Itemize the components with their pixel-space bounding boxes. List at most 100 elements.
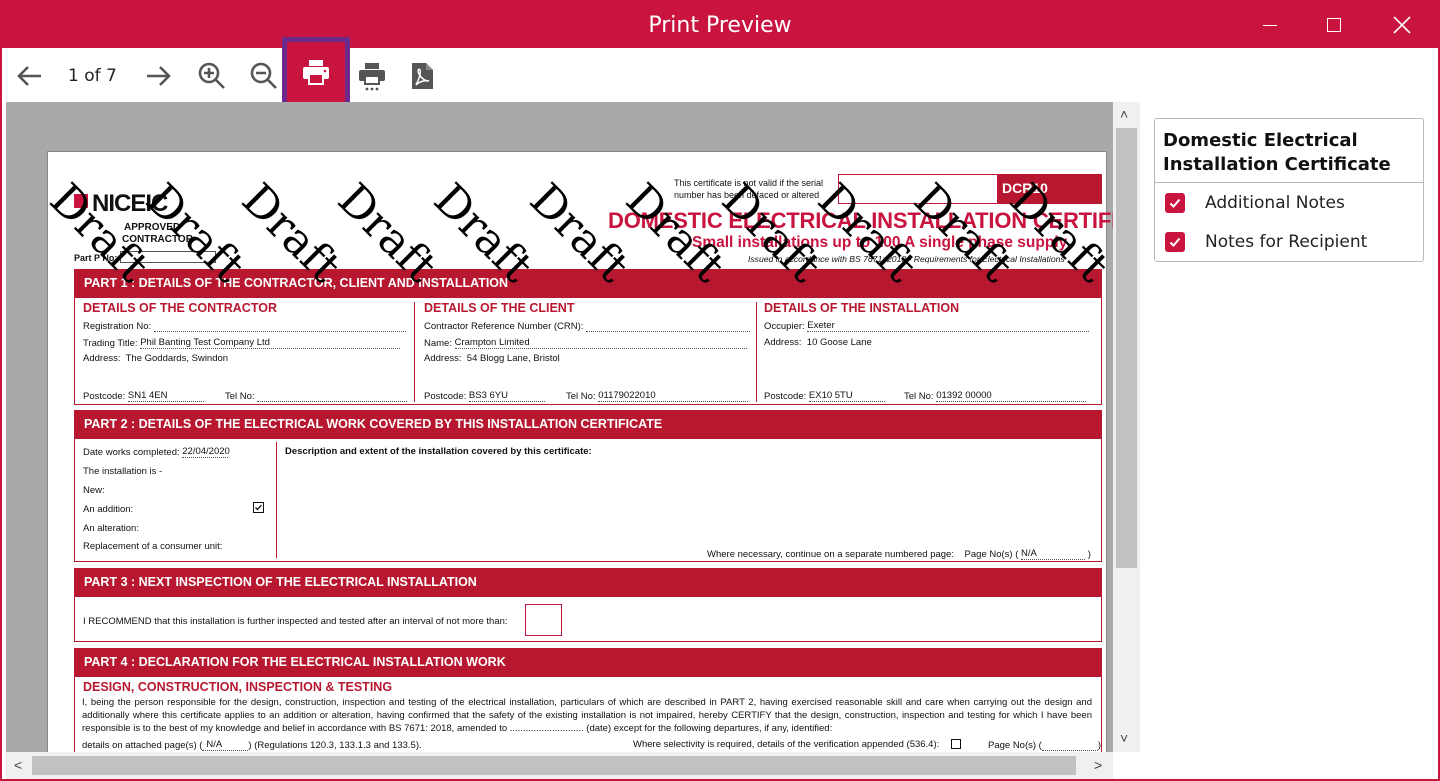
- additional-notes-checkbox[interactable]: [1165, 192, 1185, 213]
- toolbar: 1 of 7: [2, 37, 1438, 107]
- horizontal-scroll-thumb[interactable]: [32, 756, 1076, 775]
- printer-icon: [303, 60, 329, 85]
- maximize-icon: [1327, 18, 1341, 32]
- zoom-out-button[interactable]: [242, 54, 286, 98]
- selectivity-field: Where selectivity is required, details o…: [633, 739, 939, 750]
- minimize-button[interactable]: [1236, 2, 1304, 48]
- vertical-scroll-thumb[interactable]: [1116, 128, 1137, 568]
- installation-is-label: The installation is -: [83, 466, 163, 477]
- recommend-text: I RECOMMEND that this installation is fu…: [83, 616, 508, 627]
- trading-label: Trading Title:: [83, 338, 138, 349]
- description-label: Description and extent of the installati…: [285, 446, 592, 457]
- close-button[interactable]: [1368, 2, 1436, 48]
- minimize-icon: [1263, 24, 1277, 26]
- next-page-button[interactable]: [136, 54, 180, 98]
- new-label: New:: [83, 485, 105, 496]
- trading-field: Trading Title: Phil Banting Test Company…: [83, 337, 401, 349]
- zoom-in-button[interactable]: [190, 54, 234, 98]
- certificate-page: NICEIC APPROVED CONTRACTOR Part P No: Th…: [40, 151, 1113, 752]
- addition-label: An addition:: [83, 504, 134, 515]
- addition-checkbox: [253, 502, 264, 513]
- client-address-label: Address:: [424, 353, 462, 364]
- export-pdf-button[interactable]: [400, 54, 444, 98]
- client-postcode-value: BS3 6YU: [468, 390, 545, 402]
- date-completed-label: Date works completed:: [83, 447, 180, 458]
- client-tel-field: Tel No: 01179022010: [566, 390, 749, 402]
- continue-note: Where necessary, continue on a separate …: [707, 548, 1091, 560]
- trading-value: Phil Banting Test Company Ltd: [140, 337, 401, 349]
- horizontal-scrollbar[interactable]: ˂ ˃: [6, 752, 1113, 779]
- scroll-right-icon[interactable]: ˃: [1094, 757, 1102, 773]
- print-preview-window: Print Preview 1 of 7 NICEIC APPROVED CON…: [0, 0, 1440, 781]
- client-postcode-field: Postcode: BS3 6YU: [424, 390, 545, 402]
- install-tel-field: Tel No: 01392 00000: [904, 390, 1087, 402]
- scroll-up-icon[interactable]: ˄: [1120, 106, 1128, 122]
- continue-note-text: Where necessary, continue on a separate …: [707, 549, 954, 560]
- alteration-label: An alteration:: [83, 523, 139, 534]
- attached-post: ) (Regulations 120.3, 133.1.3 and 133.5)…: [248, 740, 422, 751]
- page-nos-label: Page No(s) (: [964, 549, 1019, 560]
- install-tel-value: 01392 00000: [936, 390, 1087, 402]
- attached-value: N/A: [202, 739, 249, 751]
- quick-print-button-face: [287, 42, 345, 102]
- occupier-field: Occupier: Exeter: [764, 320, 1090, 332]
- install-postcode-value: EX10 5TU: [808, 390, 885, 402]
- zoom-out-icon: [250, 62, 277, 89]
- part4-page-nos-close: ): [1097, 740, 1102, 751]
- additional-notes-label: Additional Notes: [1205, 192, 1345, 213]
- contractor-heading: DETAILS OF THE CONTRACTOR: [83, 301, 277, 315]
- crn-field: Contractor Reference Number (CRN):: [424, 320, 751, 332]
- contractor-address-field: Address: The Goddards, Swindon: [83, 353, 228, 364]
- arrow-right-icon: [147, 66, 171, 86]
- contractor-address-value: The Goddards, Swindon: [125, 353, 229, 364]
- client-tel-value: 01179022010: [598, 390, 749, 402]
- replacement-label: Replacement of a consumer unit:: [83, 541, 223, 552]
- occupier-value: Exeter: [807, 320, 1090, 332]
- page-nos-value: N/A: [1021, 548, 1086, 560]
- previous-page-button[interactable]: [8, 54, 52, 98]
- maximize-button[interactable]: [1300, 2, 1368, 48]
- install-postcode-field: Postcode: EX10 5TU: [764, 390, 885, 402]
- contractor-tel-field: Tel No:: [225, 390, 408, 402]
- printer-options-icon: [359, 63, 385, 91]
- design-heading: DESIGN, CONSTRUCTION, INSPECTION & TESTI…: [83, 680, 393, 694]
- option-notes-for-recipient[interactable]: Notes for Recipient: [1155, 222, 1423, 261]
- pdf-icon: [412, 63, 433, 89]
- date-completed-field: Date works completed: 22/04/2020: [83, 446, 230, 458]
- install-tel-label: Tel No:: [904, 391, 934, 402]
- scroll-down-icon[interactable]: ˅: [1120, 730, 1128, 746]
- notes-for-recipient-checkbox[interactable]: [1165, 231, 1185, 252]
- interval-box: [525, 604, 562, 636]
- window-title: Print Preview: [648, 13, 792, 38]
- occupier-label: Occupier:: [764, 321, 805, 332]
- client-address-value: 54 Blogg Lane, Bristol: [466, 353, 560, 364]
- page-indicator: 1 of 7: [68, 66, 117, 86]
- client-name-value: Crampton Limited: [454, 337, 747, 349]
- client-postcode-label: Postcode:: [424, 391, 467, 402]
- quick-print-button[interactable]: [282, 37, 350, 107]
- part1-divider-1: [414, 302, 415, 402]
- preview-area[interactable]: NICEIC APPROVED CONTRACTOR Part P No: Th…: [6, 102, 1113, 752]
- part1-divider-2: [756, 302, 757, 402]
- installation-heading: DETAILS OF THE INSTALLATION: [764, 301, 960, 315]
- options-heading: Domestic Electrical Installation Certifi…: [1155, 119, 1423, 183]
- client-tel-label: Tel No:: [566, 391, 596, 402]
- vertical-scrollbar[interactable]: ˄ ˅: [1113, 102, 1140, 752]
- zoom-in-icon: [198, 62, 225, 89]
- part2-divider: [276, 442, 277, 558]
- arrow-left-icon: [17, 66, 41, 86]
- scroll-left-icon[interactable]: ˂: [14, 757, 22, 773]
- option-additional-notes[interactable]: Additional Notes: [1155, 183, 1423, 222]
- contractor-postcode-label: Postcode:: [83, 391, 126, 402]
- part4-band: PART 4 : DECLARATION FOR THE ELECTRICAL …: [74, 648, 1102, 676]
- contractor-address-label: Address:: [83, 353, 121, 364]
- options-panel: Domestic Electrical Installation Certifi…: [1142, 102, 1438, 779]
- part2-band: PART 2 : DETAILS OF THE ELECTRICAL WORK …: [74, 410, 1102, 438]
- print-dialog-button[interactable]: [350, 54, 394, 98]
- client-name-label: Name:: [424, 338, 452, 349]
- contractor-postcode-value: SN1 4EN: [127, 390, 204, 402]
- page-nos-close: ): [1087, 549, 1091, 560]
- date-completed-value: 22/04/2020: [182, 446, 230, 458]
- install-postcode-label: Postcode:: [764, 391, 807, 402]
- declaration-paragraph: I, being the person responsible for the …: [82, 697, 1092, 734]
